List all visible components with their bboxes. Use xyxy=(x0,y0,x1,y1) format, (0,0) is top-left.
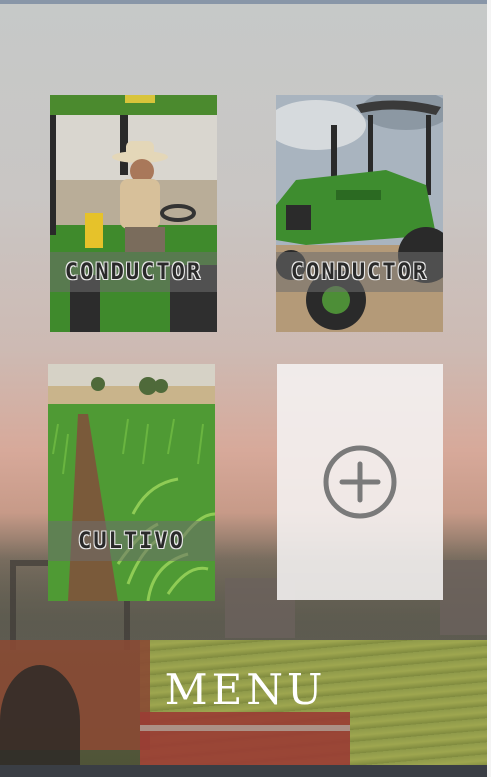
screen-edge xyxy=(487,0,491,777)
plus-circle-icon xyxy=(323,445,397,519)
add-card-button[interactable] xyxy=(277,364,443,600)
card-label-band: CONDUCTOR xyxy=(276,252,443,292)
navigation-bar xyxy=(0,765,491,777)
green-tractor-photo xyxy=(276,95,443,332)
background-seeder xyxy=(140,712,350,767)
farmer-on-tractor-photo xyxy=(50,95,217,332)
status-bar xyxy=(0,0,491,4)
card-cultivo[interactable]: CULTIVO xyxy=(48,364,215,601)
card-label: CULTIVO xyxy=(78,528,185,554)
card-label-band: CONDUCTOR xyxy=(50,252,217,292)
corn-field-photo xyxy=(48,364,215,601)
card-label: CONDUCTOR xyxy=(64,259,203,285)
card-conductor-2[interactable]: CONDUCTOR xyxy=(276,95,443,332)
card-label-band: CULTIVO xyxy=(48,521,215,561)
background-seeder-stripe xyxy=(140,725,350,731)
card-conductor-1[interactable]: CONDUCTOR xyxy=(50,95,217,332)
menu-screen: CONDUCTOR CONDUCTOR CULTIVO MENU xyxy=(0,0,491,777)
card-label: CONDUCTOR xyxy=(290,259,429,285)
background-building xyxy=(440,560,491,635)
page-title: MENU xyxy=(164,665,327,714)
